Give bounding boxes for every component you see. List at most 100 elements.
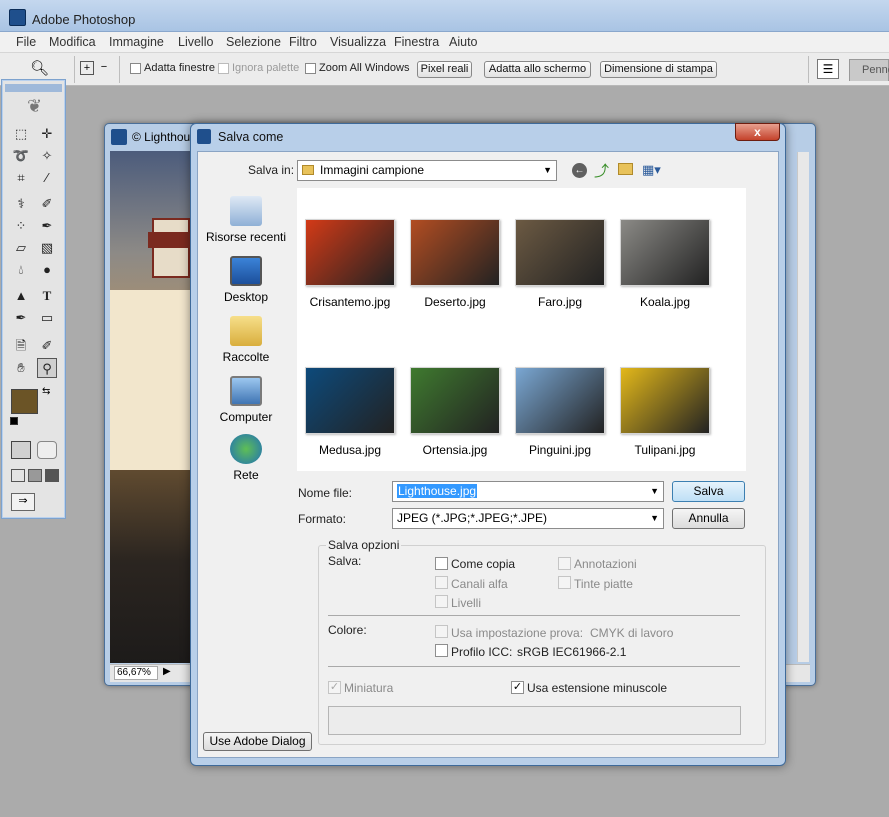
cmyk-label: CMYK di lavoro xyxy=(590,626,674,640)
menu-livello[interactable]: Livello xyxy=(178,35,213,49)
format-dropdown[interactable]: JPEG (*.JPG;*.JPEG;*.JPE) ▼ xyxy=(392,508,664,529)
screen-mode-standard-icon[interactable] xyxy=(11,469,25,482)
toolbox: ❦ ⬚ ✛ ➰ ✧ ⌗ ∕ ⚕ ✐ ⁘ ✒ ▱ ▧ 💧︎ ● ▲ T ✒ ▭ 🗎… xyxy=(1,79,66,519)
menu-visualizza[interactable]: Visualizza xyxy=(330,35,386,49)
status-info-icon[interactable]: ▶ xyxy=(163,666,171,677)
up-folder-icon[interactable]: ⤴ xyxy=(594,160,609,181)
menu-file[interactable]: File xyxy=(16,35,36,49)
foreground-color-swatch[interactable] xyxy=(11,389,38,414)
come-copia-checkbox[interactable] xyxy=(435,557,448,570)
magic-wand-icon[interactable]: ✧ xyxy=(37,146,57,166)
back-icon[interactable]: ← xyxy=(572,163,587,178)
tab-penne[interactable]: Penne xyxy=(849,59,889,81)
path-selection-icon[interactable]: ▲ xyxy=(11,286,31,306)
view-menu-icon[interactable]: ▦▾ xyxy=(642,162,661,178)
hand-tool-icon[interactable]: ✋︎ xyxy=(11,358,31,378)
file-name-label[interactable]: Medusa.jpg xyxy=(290,443,410,457)
save-in-dropdown[interactable]: Immagini campione ▼ xyxy=(297,160,557,181)
filename-value: Lighthouse.jpg xyxy=(397,484,478,498)
swap-colors-icon[interactable]: ⇆ xyxy=(42,386,50,397)
file-name-label[interactable]: Tulipani.jpg xyxy=(605,443,725,457)
place-desktop[interactable]: Desktop xyxy=(202,256,290,304)
zoom-level-field[interactable]: 66,67% xyxy=(114,666,158,680)
standard-mode-icon[interactable] xyxy=(11,441,31,459)
brush-tool-icon[interactable]: ✐ xyxy=(37,194,57,214)
menu-immagine[interactable]: Immagine xyxy=(109,35,164,49)
dodge-tool-icon[interactable]: ● xyxy=(37,260,57,280)
place-libraries[interactable]: Raccolte xyxy=(202,316,290,364)
shape-tool-icon[interactable]: ▭ xyxy=(37,308,57,328)
lasso-tool-icon[interactable]: ➰ xyxy=(11,146,31,166)
canali-alfa-label: Canali alfa xyxy=(451,577,508,591)
default-colors-icon[interactable] xyxy=(10,417,18,425)
file-thumbnail[interactable] xyxy=(515,367,605,434)
file-thumbnail[interactable] xyxy=(620,367,710,434)
file-name-label[interactable]: Koala.jpg xyxy=(605,295,725,309)
filename-input[interactable]: Lighthouse.jpg ▼ xyxy=(392,481,664,502)
notes-tool-icon[interactable]: 🗎︎ xyxy=(11,336,31,356)
history-brush-icon[interactable]: ✒ xyxy=(37,216,57,236)
menu-selezione[interactable]: Selezione xyxy=(226,35,281,49)
eraser-tool-icon[interactable]: ▱ xyxy=(11,238,31,258)
toolbox-grip[interactable] xyxy=(5,84,62,92)
file-name-label[interactable]: Crisantemo.jpg xyxy=(290,295,410,309)
zoom-in-icon[interactable]: + xyxy=(80,61,94,75)
place-recent[interactable]: Risorse recenti xyxy=(202,196,290,244)
slice-tool-icon[interactable]: ∕ xyxy=(37,168,57,188)
save-button[interactable]: Salva xyxy=(672,481,745,502)
save-label: Salva: xyxy=(328,554,362,568)
use-adobe-dialog-button[interactable]: Use Adobe Dialog xyxy=(203,732,312,751)
place-computer[interactable]: Computer xyxy=(202,376,290,424)
pixel-reali-button[interactable]: Pixel reali xyxy=(417,61,472,78)
adatta-finestre-checkbox[interactable] xyxy=(130,63,141,74)
menu-finestra[interactable]: Finestra xyxy=(394,35,439,49)
zoom-all-checkbox[interactable] xyxy=(305,63,316,74)
new-folder-icon[interactable] xyxy=(618,163,633,175)
profilo-icc-checkbox[interactable] xyxy=(435,644,448,657)
clone-stamp-icon[interactable]: ⁘ xyxy=(11,216,31,236)
jump-to-imageready-icon[interactable]: ⇒ xyxy=(11,493,35,511)
miniatura-label: Miniatura xyxy=(344,681,394,695)
marquee-tool-icon[interactable]: ⬚ xyxy=(11,124,31,144)
file-thumbnail[interactable] xyxy=(410,367,500,434)
zoom-out-icon[interactable]: − xyxy=(97,61,111,75)
tinte-piatte-checkbox xyxy=(558,576,571,589)
lighthouse-building xyxy=(110,290,190,470)
document-vertical-scrollbar[interactable] xyxy=(797,152,809,662)
zoom-tool-icon[interactable]: 🔍︎ xyxy=(30,59,49,77)
healing-brush-icon[interactable]: ⚕ xyxy=(11,194,31,214)
move-tool-icon[interactable]: ✛ xyxy=(37,124,57,144)
menu-aiuto[interactable]: Aiuto xyxy=(449,35,478,49)
file-thumbnail[interactable] xyxy=(620,219,710,286)
divider xyxy=(328,666,740,667)
file-thumbnail[interactable] xyxy=(305,367,395,434)
quick-mask-icon[interactable] xyxy=(37,441,57,459)
zoom-tool-icon[interactable]: ⚲ xyxy=(37,358,57,378)
dialog-close-button[interactable]: x xyxy=(735,123,780,141)
file-thumbnail[interactable] xyxy=(305,219,395,286)
palette-well-icon[interactable]: ☰ xyxy=(817,59,839,79)
file-name-label[interactable]: Ortensia.jpg xyxy=(395,443,515,457)
file-name-label[interactable]: Pinguini.jpg xyxy=(500,443,620,457)
file-thumbnail[interactable] xyxy=(515,219,605,286)
blur-tool-icon[interactable]: 💧︎ xyxy=(11,260,31,280)
gradient-tool-icon[interactable]: ▧ xyxy=(37,238,57,258)
screen-mode-full-icon[interactable] xyxy=(45,469,59,482)
place-network[interactable]: Rete xyxy=(202,434,290,482)
file-thumbnail[interactable] xyxy=(410,219,500,286)
usa-estensione-checkbox[interactable]: ✓ xyxy=(511,681,524,694)
menu-filtro[interactable]: Filtro xyxy=(289,35,317,49)
eyedropper-tool-icon[interactable]: ✐ xyxy=(37,336,57,356)
dimensione-stampa-button[interactable]: Dimensione di stampa xyxy=(600,61,717,78)
crop-tool-icon[interactable]: ⌗ xyxy=(11,168,31,188)
screen-mode-full-menu-icon[interactable] xyxy=(28,469,42,482)
file-name-label[interactable]: Deserto.jpg xyxy=(395,295,515,309)
menu-modifica[interactable]: Modifica xyxy=(49,35,96,49)
adatta-schermo-button[interactable]: Adatta allo schermo xyxy=(484,61,591,78)
file-name-label[interactable]: Faro.jpg xyxy=(500,295,620,309)
pen-tool-icon[interactable]: ✒ xyxy=(11,308,31,328)
cancel-button[interactable]: Annulla xyxy=(672,508,745,529)
place-label: Raccolte xyxy=(222,350,270,364)
separator xyxy=(74,56,75,83)
type-tool-icon[interactable]: T xyxy=(37,286,57,306)
